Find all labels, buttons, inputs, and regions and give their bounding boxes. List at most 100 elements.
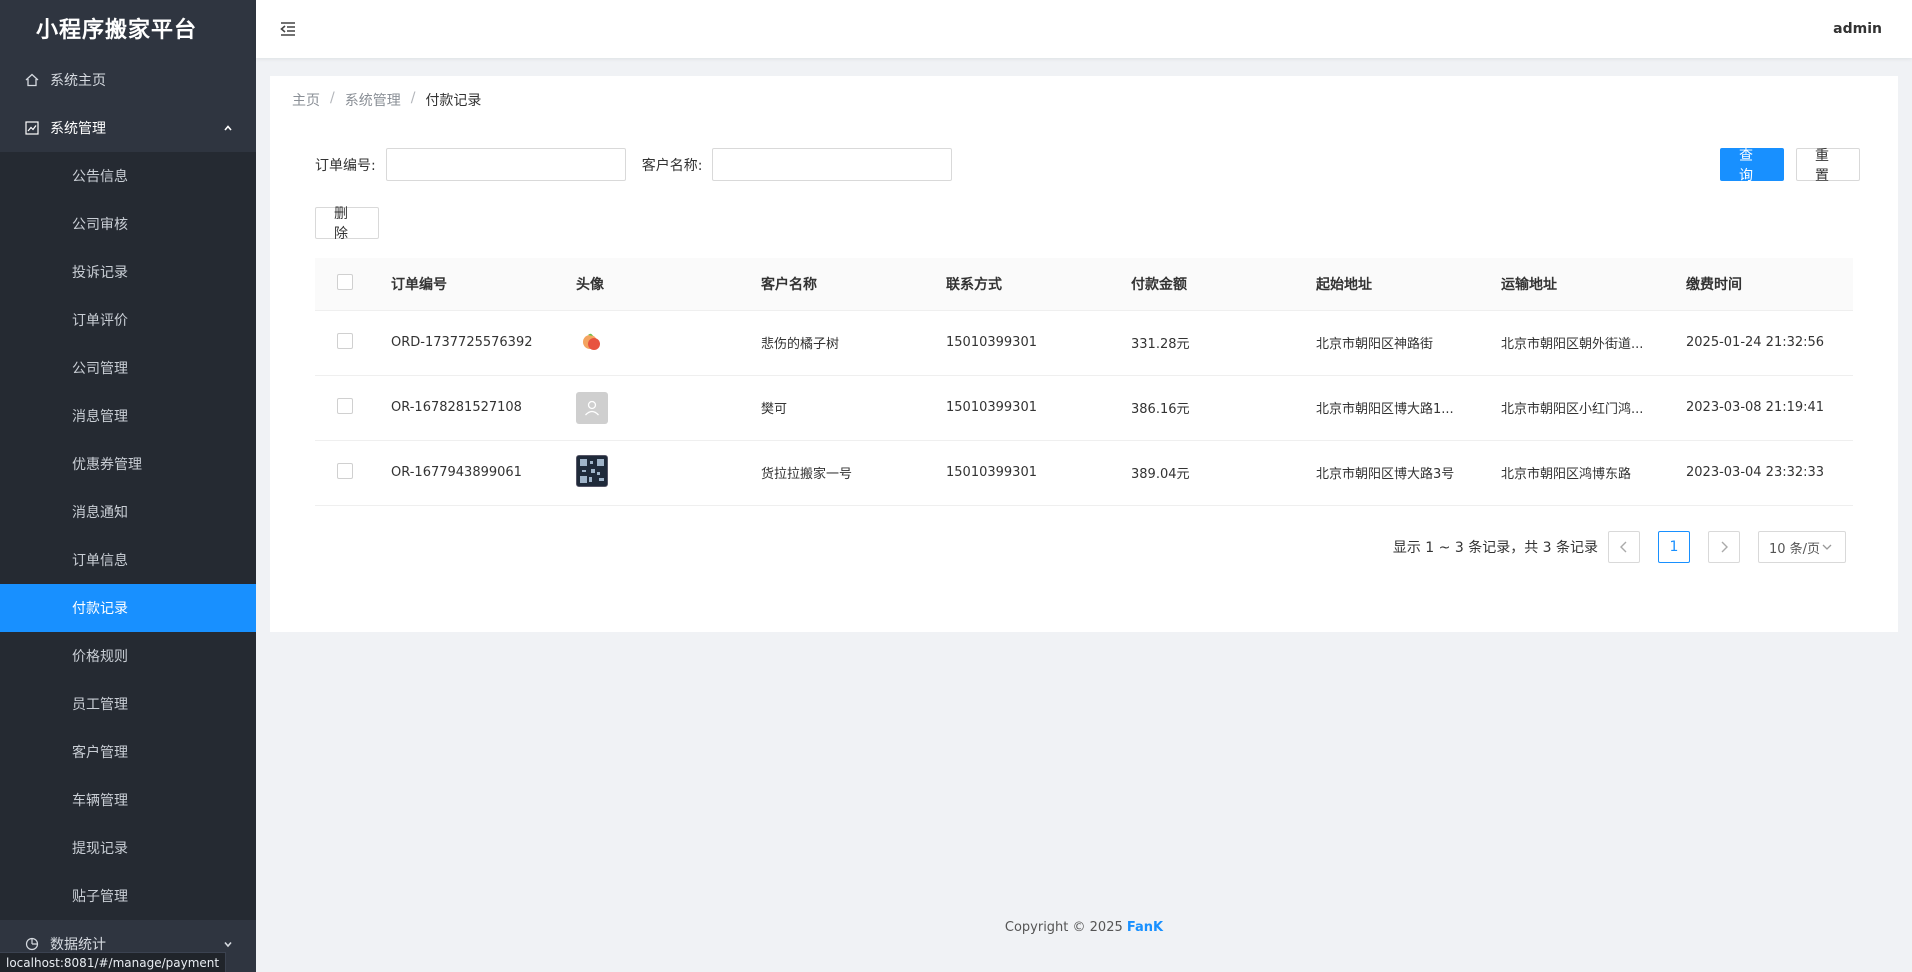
- column-header: 头像: [576, 258, 761, 311]
- pie-chart-icon: [24, 936, 40, 952]
- pagination: 显示 1 ~ 3 条记录，共 3 条记录 1 10 条/页: [1393, 531, 1846, 563]
- delete-button[interactable]: 删 除: [315, 206, 379, 242]
- reset-button[interactable]: 重 置: [1796, 148, 1860, 184]
- copyright-text: Copyright © 2025: [1004, 920, 1127, 935]
- top-header: admin: [256, 0, 1912, 58]
- breadcrumb-current: 付款记录: [425, 93, 482, 109]
- start-address-cell: 北京市朝阳区神路街: [1316, 337, 1434, 352]
- column-header: 订单编号: [391, 258, 576, 311]
- user-menu[interactable]: admin: [1833, 21, 1882, 37]
- chart-line-icon: [24, 120, 40, 136]
- prev-page-button[interactable]: [1608, 531, 1640, 563]
- sidebar-submenu-system: 公告信息 公司审核 投诉记录 订单评价 公司管理 消息管理 优惠券管理 消息通知 订单信息 付款记…: [0, 152, 256, 920]
- query-button[interactable]: 查 询: [1720, 148, 1784, 184]
- column-header: 起始地址: [1316, 258, 1501, 311]
- customer-name-label: 客户名称:: [641, 157, 703, 174]
- column-header: 客户名称: [761, 258, 946, 311]
- sidebar-item[interactable]: 订单信息: [0, 536, 256, 584]
- sidebar-item[interactable]: 提现记录: [0, 824, 256, 872]
- payment-time-cell: 2023-03-04 23:32:33: [1686, 440, 1853, 506]
- breadcrumb-home[interactable]: 主页: [292, 90, 320, 110]
- chevron-down-icon: [222, 938, 234, 950]
- table-row: ORD-1737725576392 悲伤的橘子树 15010399301 331.28…: [315, 310, 1853, 376]
- home-icon: [24, 72, 40, 88]
- sidebar-group-label: 系统管理: [50, 121, 106, 137]
- payment-time-cell: 2023-03-08 21:19:41: [1686, 375, 1853, 441]
- table-row: OR-1678281527108 樊可 15010399301 386.16元 北京市朝…: [315, 375, 1853, 441]
- select-all-checkbox[interactable]: [337, 273, 353, 290]
- footer: Copyright © 2025 FanK: [256, 920, 1912, 935]
- column-header: 联系方式: [946, 258, 1131, 311]
- sidebar-item[interactable]: 贴子管理: [0, 872, 256, 920]
- chevron-up-icon: [222, 122, 234, 134]
- column-header: 付款金额: [1131, 258, 1316, 311]
- sidebar-item-label: 系统主页: [50, 73, 106, 89]
- sidebar-item[interactable]: 优惠券管理: [0, 440, 256, 488]
- payment-time-cell: 2025-01-24 21:32:56: [1686, 310, 1853, 376]
- breadcrumb-separator: /: [330, 90, 335, 106]
- customer-name-cell: 悲伤的橘子树: [761, 310, 946, 376]
- order-number-input[interactable]: [385, 148, 626, 181]
- sidebar-group-label: 数据统计: [50, 937, 106, 953]
- sidebar-item[interactable]: 投诉记录: [0, 248, 256, 296]
- content-card: 主页 / 系统管理 / 付款记录 订单编号: 客户名称: 查 询 重 置 删 除…: [270, 76, 1898, 632]
- chevron-down-icon: [1822, 543, 1832, 551]
- order-number-label: 订单编号:: [315, 157, 376, 174]
- sidebar-item[interactable]: 车辆管理: [0, 776, 256, 824]
- row-checkbox[interactable]: [337, 397, 353, 414]
- sidebar-item[interactable]: 公司审核: [0, 200, 256, 248]
- page-number-button[interactable]: 1: [1658, 531, 1690, 563]
- sidebar-item[interactable]: 公司管理: [0, 344, 256, 392]
- row-checkbox[interactable]: [337, 462, 353, 479]
- breadcrumb-system[interactable]: 系统管理: [345, 90, 401, 110]
- search-filter: 订单编号: 客户名称:: [315, 148, 968, 181]
- customer-name-input[interactable]: [712, 148, 953, 181]
- customer-name-cell: 货拉拉搬家一号: [761, 440, 946, 506]
- table-header-row: 订单编号 头像 客户名称 联系方式 付款金额 起始地址 运输地址 缴费时间: [315, 258, 1853, 311]
- destination-address-cell: 北京市朝阳区鸿博东路: [1501, 467, 1632, 482]
- pagination-summary: 显示 1 ~ 3 条记录，共 3 条记录: [1392, 540, 1598, 556]
- sidebar-group-system[interactable]: 系统管理: [0, 104, 256, 152]
- sidebar-item[interactable]: 客户管理: [0, 728, 256, 776]
- amount-cell: 386.16元: [1131, 375, 1316, 441]
- amount-cell: 331.28元: [1131, 310, 1316, 376]
- phone-cell: 15010399301: [946, 375, 1131, 441]
- destination-address-cell: 北京市朝阳区小红门鸿...: [1501, 402, 1644, 417]
- phone-cell: 15010399301: [946, 310, 1131, 376]
- row-checkbox[interactable]: [337, 332, 353, 349]
- start-address-cell: 北京市朝阳区博大路1...: [1316, 402, 1454, 417]
- phone-cell: 15010399301: [946, 440, 1131, 506]
- sidebar-item[interactable]: 消息管理: [0, 392, 256, 440]
- amount-cell: 389.04元: [1131, 440, 1316, 506]
- app-logo-title: 小程序搬家平台: [36, 18, 198, 43]
- menu-fold-icon[interactable]: [278, 19, 298, 39]
- destination-address-cell: 北京市朝阳区朝外街道...: [1501, 337, 1644, 352]
- qr-avatar: [576, 455, 608, 487]
- sidebar-item[interactable]: 订单评价: [0, 296, 256, 344]
- browser-status-url: localhost:8081/#/manage/payment: [0, 952, 227, 972]
- column-header: 缴费时间: [1686, 258, 1853, 311]
- payment-table: 订单编号 头像 客户名称 联系方式 付款金额 起始地址 运输地址 缴费时间 OR…: [315, 258, 1853, 506]
- sidebar-item[interactable]: 公告信息: [0, 152, 256, 200]
- customer-name-cell: 樊可: [761, 375, 946, 441]
- order-number-cell: ORD-1737725576392: [391, 310, 576, 376]
- next-page-button[interactable]: [1708, 531, 1740, 563]
- sidebar-item[interactable]: 消息通知: [0, 488, 256, 536]
- column-header: 运输地址: [1501, 258, 1686, 311]
- sidebar-item[interactable]: 员工管理: [0, 680, 256, 728]
- sidebar-item-home[interactable]: 系统主页: [0, 56, 256, 104]
- default-avatar: [576, 391, 608, 424]
- footer-brand-link[interactable]: FanK: [1127, 920, 1163, 935]
- breadcrumb-separator: /: [410, 90, 416, 106]
- page-size-select[interactable]: 10 条/页: [1758, 531, 1846, 563]
- start-address-cell: 北京市朝阳区博大路3号: [1316, 467, 1455, 482]
- sidebar-item[interactable]: 价格规则: [0, 632, 256, 680]
- sidebar-item[interactable]: 付款记录: [0, 584, 256, 632]
- breadcrumb: 主页 / 系统管理 / 付款记录: [292, 90, 481, 110]
- order-number-cell: OR-1678281527108: [391, 375, 576, 441]
- order-number-cell: OR-1677943899061: [391, 440, 576, 506]
- page-size-value: 10 条/页: [1769, 541, 1821, 557]
- peach-avatar: [576, 325, 608, 358]
- sidebar: 小程序搬家平台 系统主页 系统管理 公告信息 公司审核 投诉记录 订单评价 公司管理 消息…: [0, 0, 256, 972]
- table-row: OR-1677943899061 货拉拉搬家一号 15010399301 389.04…: [315, 440, 1853, 506]
